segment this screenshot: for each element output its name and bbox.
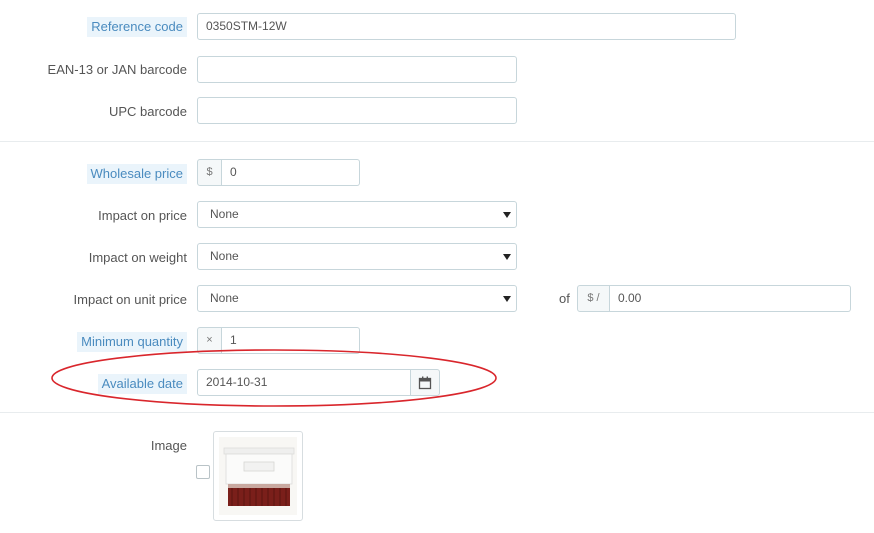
reference-code-label: Reference code bbox=[87, 17, 187, 37]
currency-addon: $ bbox=[197, 159, 222, 186]
unit-price-addon: $ / bbox=[577, 285, 610, 312]
impact-weight-row: Impact on weight None bbox=[0, 243, 874, 273]
product-image bbox=[219, 437, 297, 515]
wholesale-price-row: Wholesale price $ 0 bbox=[0, 159, 874, 189]
impact-weight-value: None bbox=[210, 249, 239, 263]
section-divider bbox=[0, 141, 874, 142]
impact-weight-label: Impact on weight bbox=[88, 250, 187, 265]
section-divider-2 bbox=[0, 412, 874, 413]
upc-input[interactable] bbox=[197, 97, 517, 124]
reference-code-input[interactable]: 0350STM-12W bbox=[197, 13, 736, 40]
impact-price-label: Impact on price bbox=[98, 208, 187, 223]
impact-unit-label: Impact on unit price bbox=[73, 292, 187, 307]
impact-price-row: Impact on price None bbox=[0, 201, 874, 231]
impact-price-value: None bbox=[210, 207, 239, 221]
image-checkbox[interactable] bbox=[196, 465, 210, 479]
impact-price-select[interactable]: None bbox=[197, 201, 517, 228]
unit-price-input[interactable]: 0.00 bbox=[610, 285, 851, 312]
image-thumbnail[interactable] bbox=[213, 431, 303, 521]
ean-label: EAN-13 or JAN barcode bbox=[47, 62, 187, 77]
ean-input[interactable] bbox=[197, 56, 517, 83]
impact-unit-select[interactable]: None bbox=[197, 285, 517, 312]
impact-weight-select[interactable]: None bbox=[197, 243, 517, 270]
of-label: of bbox=[559, 291, 570, 306]
impact-unit-value: None bbox=[210, 291, 239, 305]
image-row: Image bbox=[0, 431, 874, 526]
wholesale-price-label: Wholesale price bbox=[86, 164, 187, 184]
image-label: Image bbox=[150, 438, 187, 453]
reference-code-row: Reference code 0350STM-12W bbox=[0, 12, 874, 42]
wholesale-price-input[interactable]: 0 bbox=[222, 159, 360, 186]
upc-row: UPC barcode bbox=[0, 97, 874, 127]
impact-unit-row: Impact on unit price None of $ / 0.00 bbox=[0, 285, 874, 315]
highlight-ellipse bbox=[51, 349, 497, 407]
upc-label: UPC barcode bbox=[108, 104, 187, 119]
ean-row: EAN-13 or JAN barcode bbox=[0, 55, 874, 85]
